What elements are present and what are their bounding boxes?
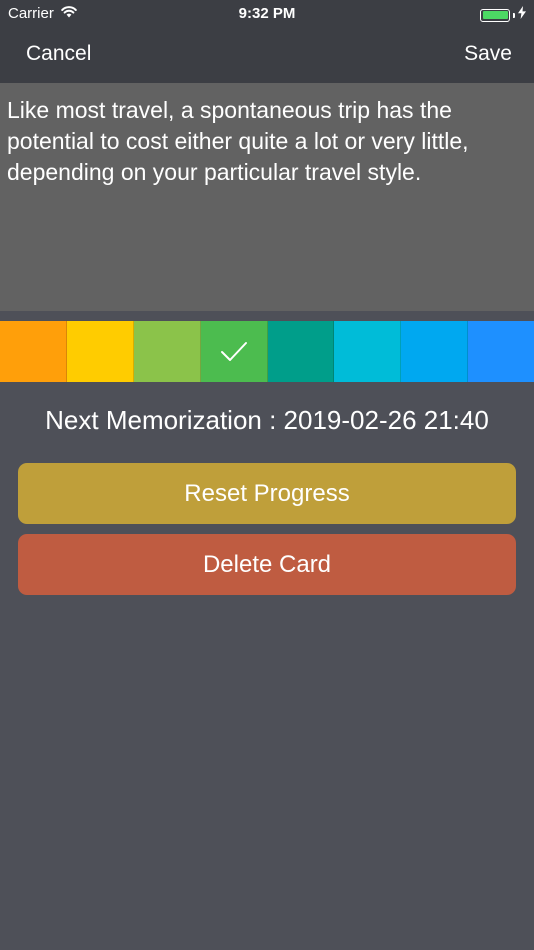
next-memorization-label: Next Memorization : 2019-02-26 21:40 — [45, 405, 489, 435]
checkmark-icon — [220, 341, 247, 361]
color-swatch[interactable] — [133, 321, 201, 382]
card-text-area[interactable]: Like most travel, a spontaneous trip has… — [0, 83, 534, 311]
status-bar: Carrier 9:32 PM — [0, 0, 534, 28]
nav-bar: Cancel Save — [0, 28, 534, 83]
color-picker — [0, 321, 534, 382]
reset-progress-button[interactable]: Reset Progress — [18, 463, 516, 524]
color-swatch[interactable] — [66, 321, 134, 382]
charging-bolt-icon — [518, 6, 526, 24]
save-button[interactable]: Save — [464, 42, 512, 66]
color-swatch[interactable] — [334, 321, 402, 382]
color-swatch[interactable] — [200, 321, 268, 382]
color-swatch[interactable] — [401, 321, 469, 382]
status-right — [480, 6, 526, 24]
battery-fill — [482, 11, 508, 19]
battery-icon — [480, 8, 510, 22]
status-time: 9:32 PM — [238, 5, 296, 22]
color-swatch[interactable] — [0, 321, 67, 382]
color-swatch[interactable] — [267, 321, 335, 382]
cancel-button[interactable]: Cancel — [26, 42, 91, 66]
delete-card-button[interactable]: Delete Card — [18, 534, 516, 595]
battery-tip — [513, 12, 515, 18]
color-swatch[interactable] — [468, 321, 534, 382]
